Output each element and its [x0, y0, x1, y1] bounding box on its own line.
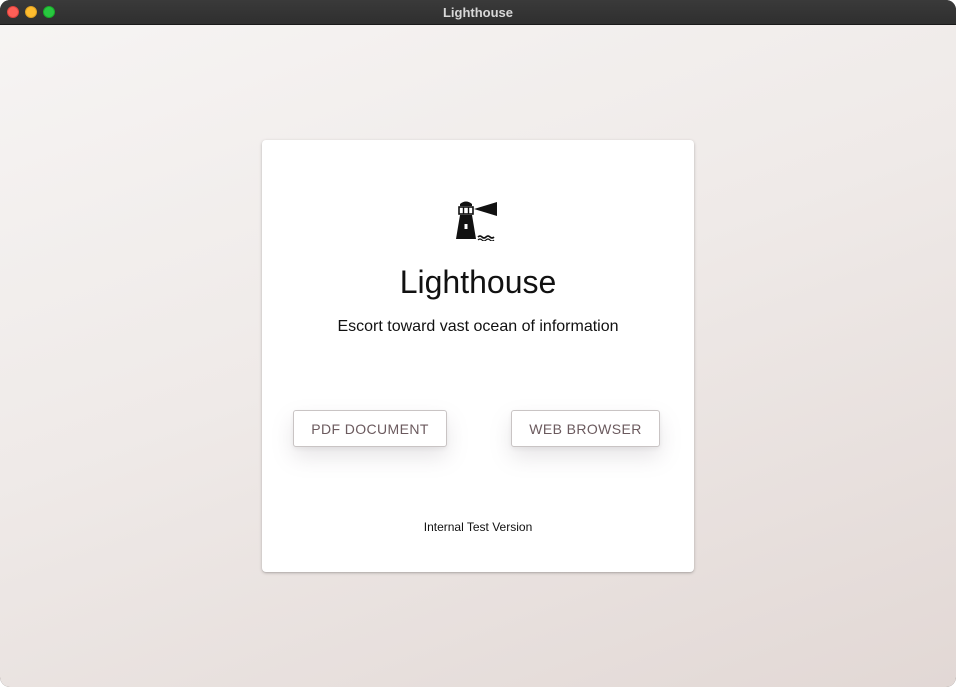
version-label: Internal Test Version — [423, 520, 533, 534]
welcome-card: Lighthouse Escort toward vast ocean of i… — [262, 140, 694, 572]
app-tagline: Escort toward vast ocean of information — [337, 318, 619, 335]
title-bar[interactable]: Lighthouse — [0, 0, 956, 25]
web-browser-button[interactable]: WEB BROWSER — [511, 410, 660, 447]
lighthouse-icon — [456, 201, 497, 241]
pdf-document-button[interactable]: PDF DOCUMENT — [293, 410, 447, 447]
app-title: Lighthouse — [399, 264, 557, 300]
window-title: Lighthouse — [442, 5, 514, 20]
app-window: Lighthouse Lighthouse Escort toward vast… — [0, 0, 956, 687]
main-content: Lighthouse Escort toward vast ocean of i… — [0, 25, 956, 687]
